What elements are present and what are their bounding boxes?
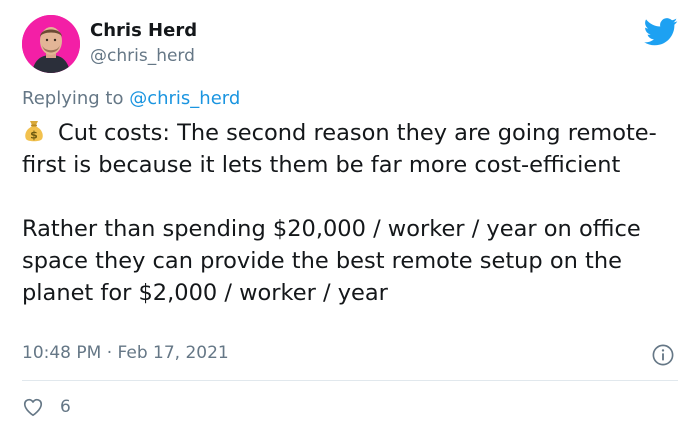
replying-to: Replying to @chris_herd bbox=[22, 88, 240, 109]
tweet-date[interactable]: Feb 17, 2021 bbox=[118, 343, 229, 363]
tweet-time[interactable]: 10:48 PM bbox=[22, 343, 101, 363]
divider bbox=[22, 380, 678, 381]
tweet-paragraph-2: Rather than spending $20,000 / worker / … bbox=[22, 216, 641, 306]
author-handle[interactable]: @chris_herd bbox=[90, 46, 195, 66]
avatar[interactable] bbox=[22, 15, 80, 73]
like-button[interactable]: 6 bbox=[22, 396, 71, 418]
replying-to-label: Replying to bbox=[22, 88, 130, 109]
tweet-paragraph-1-text: Cut costs: The second reason they are go… bbox=[22, 120, 657, 178]
info-icon[interactable] bbox=[652, 344, 674, 366]
like-count: 6 bbox=[60, 397, 71, 417]
svg-text:$: $ bbox=[30, 129, 38, 142]
timestamp-separator: · bbox=[106, 343, 113, 363]
replying-to-handle-link[interactable]: @chris_herd bbox=[129, 88, 240, 109]
tweet-timestamp[interactable]: 10:48 PM · Feb 17, 2021 bbox=[22, 343, 229, 363]
money-bag-icon: $ bbox=[25, 121, 43, 142]
tweet-paragraph-1: $ Cut costs: The second reason they are … bbox=[22, 117, 672, 181]
heart-icon[interactable] bbox=[22, 396, 44, 418]
twitter-bird-icon[interactable] bbox=[644, 18, 678, 46]
avatar-portrait-icon bbox=[22, 15, 80, 73]
tweet-text: $ Cut costs: The second reason they are … bbox=[22, 117, 672, 309]
author-name[interactable]: Chris Herd bbox=[90, 20, 197, 41]
